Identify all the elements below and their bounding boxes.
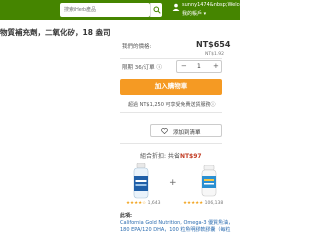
bundle-product-link[interactable]: California Gold Nutrition, Omega-3 優質魚油， — [120, 219, 240, 226]
add-to-cart-button[interactable]: 加入購物車 — [120, 79, 222, 95]
quantity-stepper[interactable]: − 1 + — [176, 60, 222, 73]
heart-icon — [161, 128, 168, 134]
product-price: NT$654 — [196, 40, 231, 49]
free-shipping-notice: 超過 NT$1,250 可享受免費送貨服務ⓘ — [128, 102, 216, 108]
quantity-increase-button[interactable]: + — [213, 62, 219, 70]
rating-stars: ★★★★★ 106,138 — [183, 201, 223, 206]
unit-price: NT$1.92 — [205, 52, 224, 57]
order-limit-label: 限期 36/订單 ⓘ — [122, 65, 162, 71]
quantity-decrease-button[interactable]: − — [181, 62, 187, 70]
rating-stars: ★★★★☆ 1,643 — [126, 201, 161, 206]
user-greeting[interactable]: sunny1474&nbsp;Welco@yahoo... — [182, 2, 240, 8]
bundle-product-link-continued[interactable]: 180 EPA/120 DHA，100 粒魚明膠軟膠囊（每粒 — [120, 226, 240, 233]
add-to-list-label: 添加到清單 — [173, 130, 201, 136]
add-to-list-button[interactable]: 添加到清單 — [150, 124, 222, 137]
search-button[interactable] — [150, 3, 162, 17]
bundle-discount-title: 組合折扣: 共省NT$97 — [140, 151, 202, 160]
review-count[interactable]: 106,138 — [205, 201, 224, 206]
review-count[interactable]: 1,643 — [148, 201, 161, 206]
search-input[interactable] — [60, 3, 150, 17]
user-icon[interactable] — [172, 3, 180, 11]
my-account-menu[interactable]: 我的帳戶 ▾ — [182, 10, 206, 17]
divider — [120, 112, 222, 113]
plus-icon: + — [169, 178, 177, 188]
this-item-label: 此項: — [120, 213, 132, 219]
fish-oil-bottle-image[interactable] — [200, 165, 218, 197]
product-title: 物質補充劑，二氧化矽，18 盎司 — [0, 28, 110, 37]
rating-stars-value: ★★★★★ — [183, 201, 204, 206]
bundle-discount-amount: NT$97 — [179, 153, 202, 160]
quantity-value[interactable]: 1 — [197, 63, 201, 70]
divider — [120, 58, 222, 59]
rating-stars-value: ★★★★☆ — [126, 201, 147, 206]
price-label: 我們的價格: — [122, 44, 152, 50]
product-bottle-image[interactable] — [131, 163, 151, 199]
bundle-discount-label: 組合折扣: 共省 — [140, 153, 180, 160]
search-icon — [153, 6, 161, 14]
top-navigation-bar: sunny1474&nbsp;Welco@yahoo... 我的帳戶 ▾ — [0, 0, 240, 20]
divider — [120, 143, 222, 144]
